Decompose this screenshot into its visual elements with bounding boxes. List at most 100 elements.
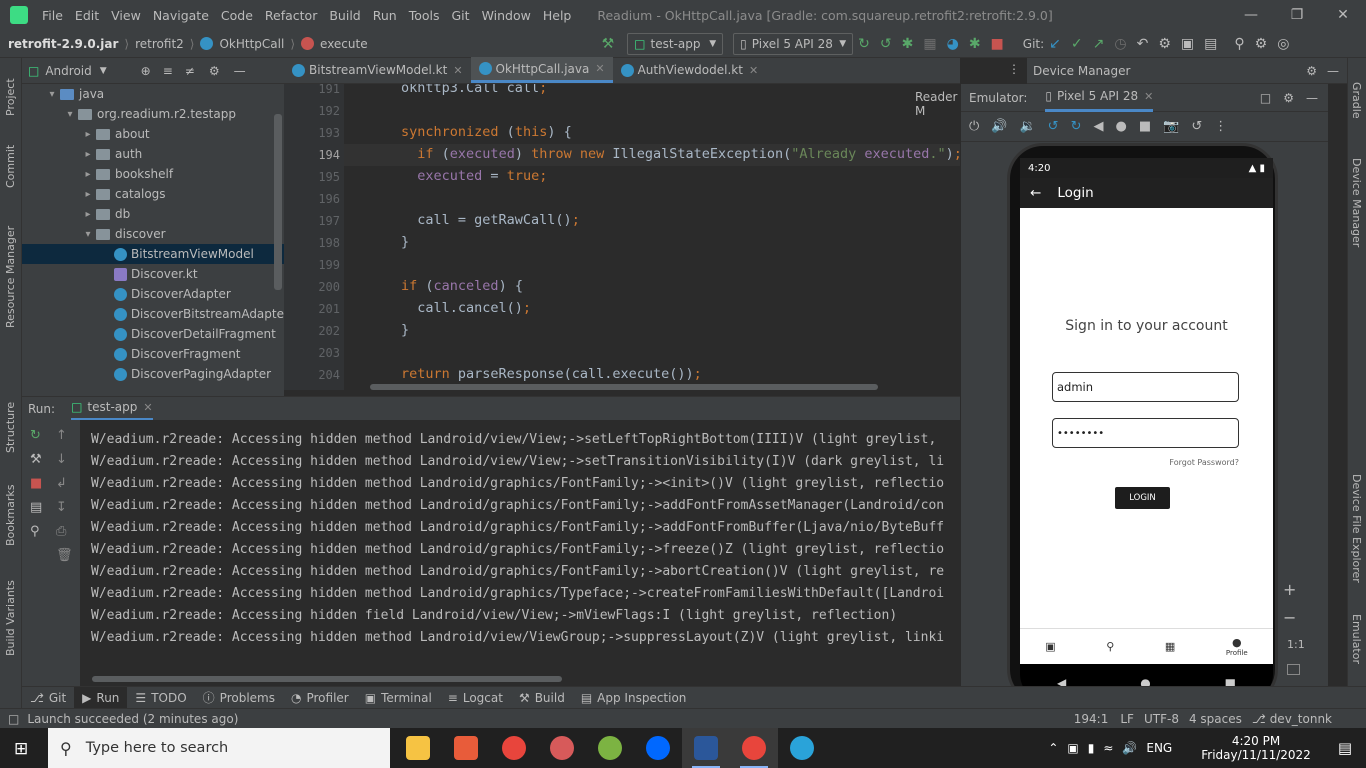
tool-tab-terminal[interactable]: ▣ Terminal <box>357 687 440 709</box>
back-arrow-icon[interactable]: ← <box>1030 185 1041 201</box>
telegram-icon[interactable] <box>778 728 826 768</box>
build-variants-tool-tab[interactable]: Build Variants <box>4 580 17 656</box>
close-icon[interactable]: ✕ <box>143 401 152 414</box>
rollback-icon[interactable]: ↶ <box>1137 36 1149 52</box>
print-icon[interactable]: ⎙ <box>56 524 73 539</box>
expanded-icon[interactable]: ▾ <box>62 109 78 120</box>
close-icon[interactable]: ✕ <box>749 64 758 77</box>
menu-edit[interactable]: Edit <box>69 8 105 23</box>
clock[interactable]: 4:20 PM Friday/11/11/2022 <box>1201 734 1311 762</box>
tool-tab-git[interactable]: ⎇ Git <box>22 687 74 709</box>
home-icon[interactable]: ● <box>1115 119 1126 134</box>
power-icon[interactable]: ⏻ <box>969 119 979 134</box>
collapsed-icon[interactable]: ▸ <box>80 189 96 200</box>
tree-item[interactable]: ▸ auth <box>22 144 284 164</box>
run-config-select[interactable]: □ test-app ▼ <box>627 32 724 55</box>
indent-setting[interactable]: 4 spaces <box>1189 712 1242 726</box>
tool-tab-build[interactable]: ⚒ Build <box>511 687 573 709</box>
language-indicator[interactable]: ENG <box>1146 741 1172 755</box>
bookmarks-tool-tab[interactable]: Bookmarks <box>4 485 17 546</box>
stop-icon[interactable]: ■ <box>991 36 1004 52</box>
tree-item[interactable]: ▸ catalogs <box>22 184 284 204</box>
notification-icon[interactable]: ▤ <box>1338 739 1352 757</box>
menu-build[interactable]: Build <box>323 8 366 23</box>
tool-tab-run[interactable]: ▶ Run <box>74 686 128 709</box>
tool-tab-app-inspection[interactable]: ▤ App Inspection <box>573 687 695 709</box>
wrench-icon[interactable]: ⚒ <box>30 452 42 467</box>
soft-wrap-icon[interactable]: ↲ <box>56 476 73 491</box>
attach-debugger-icon[interactable]: ▦ <box>923 36 936 52</box>
chrome-icon[interactable] <box>490 728 538 768</box>
collapsed-icon[interactable]: ▸ <box>80 149 96 160</box>
paint-icon[interactable] <box>586 728 634 768</box>
emulator-device-tab[interactable]: ▯ Pixel 5 API 28 ✕ <box>1045 84 1154 112</box>
reader-mode-button[interactable]: Reader M <box>915 90 960 118</box>
console-h-scrollbar[interactable] <box>92 676 562 682</box>
tree-item[interactable]: ▸ bookshelf <box>22 164 284 184</box>
git-update-icon[interactable]: ↙ <box>1049 36 1061 52</box>
profile-tab[interactable]: ● Profile <box>1226 636 1248 657</box>
breadcrumb-package[interactable]: retrofit2 <box>135 37 184 51</box>
close-icon[interactable]: ✕ <box>595 62 604 75</box>
tree-item[interactable]: DiscoverAdapter <box>22 284 284 304</box>
pin-icon[interactable]: ⚲ <box>30 524 42 539</box>
store-icon[interactable] <box>442 728 490 768</box>
collapse-all-icon[interactable]: ≠ <box>185 64 195 78</box>
tray-app-icon[interactable]: ▣ <box>1067 741 1078 755</box>
zoom-in-icon[interactable]: + <box>1283 580 1296 599</box>
project-view-select[interactable]: Android <box>45 64 91 78</box>
gear-icon[interactable]: ⚙ <box>1306 64 1317 78</box>
app-icon-1[interactable] <box>538 728 586 768</box>
tree-item[interactable]: DiscoverFragment <box>22 344 284 364</box>
editor-tab[interactable]: OkHttpCall.java ✕ <box>470 57 613 83</box>
tool-tab-problems[interactable]: ⓘ Problems <box>195 687 283 709</box>
windows-start-icon[interactable]: ⊞ <box>14 739 28 759</box>
locate-icon[interactable]: ⊕ <box>141 64 151 78</box>
hammer-icon[interactable]: ⚒ <box>602 36 615 52</box>
git-branch[interactable]: dev_tonnk <box>1270 712 1332 726</box>
tool-tab-todo[interactable]: ☰ TODO <box>127 687 194 709</box>
sync-gradle-icon[interactable]: ⚙ <box>1158 36 1171 52</box>
git-commit-icon[interactable]: ✓ <box>1071 36 1083 52</box>
restore-icon[interactable]: ❐ <box>1274 0 1320 30</box>
cursor-position[interactable]: 194:1 <box>1074 712 1109 726</box>
snapshot-icon[interactable]: ↺ <box>1191 119 1202 134</box>
volume-down-icon[interactable]: 🔉 <box>1019 119 1035 134</box>
resource-manager-tool-tab[interactable]: Resource Manager <box>4 226 17 328</box>
apply-changes-icon[interactable]: ↻ <box>858 36 870 52</box>
fit-screen-icon[interactable] <box>1287 664 1300 675</box>
screenshot-icon[interactable]: 📷 <box>1163 119 1179 134</box>
close-icon[interactable]: ✕ <box>453 64 462 77</box>
tree-item[interactable]: DiscoverDetailFragment <box>22 324 284 344</box>
search-icon[interactable]: ⚲ <box>1234 36 1244 52</box>
tree-item[interactable]: ▾ discover <box>22 224 284 244</box>
tool-tab-logcat[interactable]: ≡ Logcat <box>440 687 511 709</box>
rerun-icon[interactable]: ↻ <box>30 428 42 443</box>
editor-more-icon[interactable]: ⋮ <box>1008 62 1020 76</box>
hide-panel-icon[interactable]: — <box>234 64 246 78</box>
bookshelf-tab-icon[interactable]: ▣ <box>1045 640 1055 653</box>
git-push-icon[interactable]: ↗ <box>1093 36 1105 52</box>
expand-all-icon[interactable]: ≡ <box>163 64 173 78</box>
close-icon[interactable]: ✕ <box>1144 90 1153 103</box>
username-field[interactable]: admin <box>1052 372 1239 402</box>
menu-git[interactable]: Git <box>446 8 476 23</box>
sdk-manager-icon[interactable]: ▤ <box>1204 36 1217 52</box>
search-tab-icon[interactable]: ⚲ <box>1106 640 1114 653</box>
profile-icon[interactable]: ◕ <box>947 36 959 52</box>
tree-item[interactable]: Discover.kt <box>22 264 284 284</box>
editor-h-scrollbar[interactable] <box>370 384 878 390</box>
breadcrumb-method[interactable]: execute <box>320 37 368 51</box>
close-icon[interactable]: ✕ <box>1320 0 1366 30</box>
collapsed-icon[interactable]: ▸ <box>80 209 96 220</box>
menu-code[interactable]: Code <box>215 8 259 23</box>
run-config-tab[interactable]: □ test-app ✕ <box>71 397 153 421</box>
menu-window[interactable]: Window <box>476 8 537 23</box>
password-field[interactable]: •••••••• <box>1052 418 1239 448</box>
gear-icon[interactable]: ⚙ <box>209 64 220 78</box>
collapsed-icon[interactable]: ▸ <box>80 129 96 140</box>
stop-icon[interactable]: ■ <box>30 476 42 491</box>
taskbar-search[interactable]: ⚲ Type here to search <box>48 728 390 768</box>
account-icon[interactable]: ◎ <box>1277 36 1289 52</box>
scroll-end-icon[interactable]: ↧ <box>56 500 73 515</box>
